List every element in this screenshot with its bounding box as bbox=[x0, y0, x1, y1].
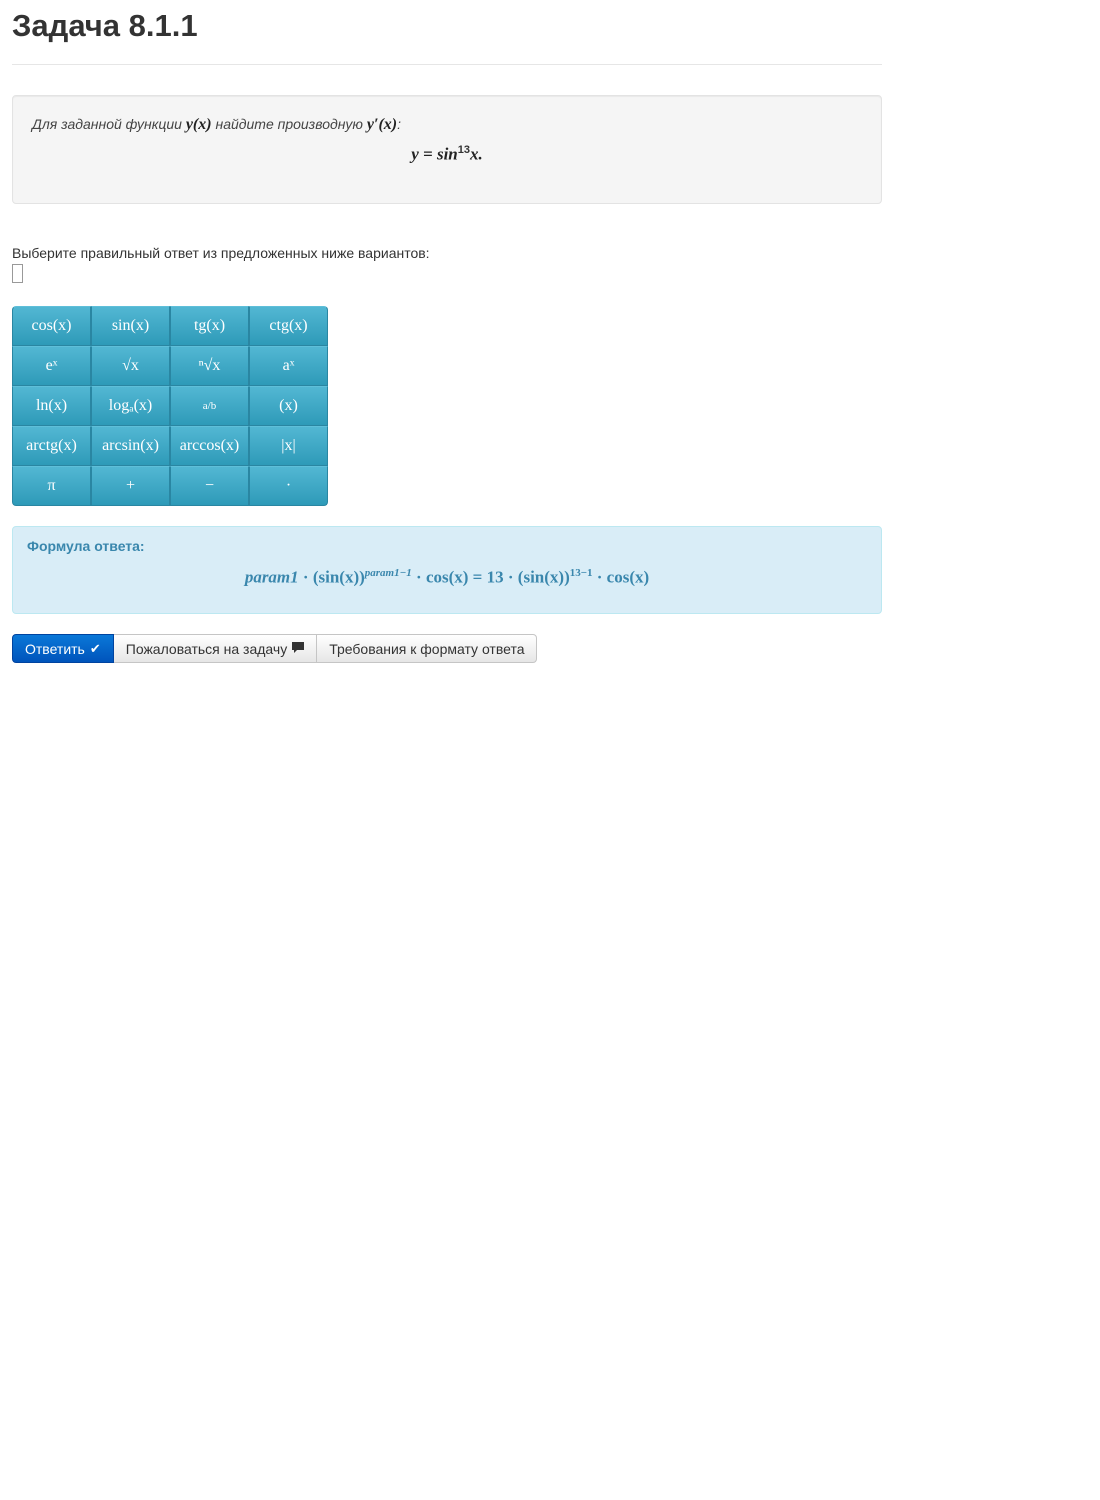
intro-end: : bbox=[397, 116, 401, 132]
problem-intro: Для заданной функции y(x) найдите произв… bbox=[32, 116, 401, 134]
formula-label: Формула ответа: bbox=[27, 538, 145, 554]
key-abs[interactable]: |x| bbox=[249, 426, 328, 466]
intro-mid-text: найдите производную bbox=[215, 116, 363, 132]
formula-exponent: 13 bbox=[457, 144, 471, 156]
submit-button[interactable]: Ответить ✔ bbox=[12, 634, 114, 663]
key-plus[interactable]: + bbox=[91, 466, 170, 506]
key-tg[interactable]: tg(x) bbox=[170, 306, 249, 346]
format-requirements-button[interactable]: Требования к формату ответа bbox=[317, 634, 538, 663]
formula-rhs: x. bbox=[470, 144, 483, 164]
problem-formula: y = sin13x. bbox=[13, 144, 881, 164]
comment-icon bbox=[292, 641, 305, 656]
key-arcsin[interactable]: arcsin(x) bbox=[91, 426, 170, 466]
complain-label: Пожаловаться на задачу bbox=[125, 640, 288, 657]
check-icon: ✔ bbox=[89, 640, 101, 656]
key-parentheses[interactable]: (x) bbox=[249, 386, 328, 426]
formula-part-4: · cos(x) bbox=[592, 567, 650, 587]
intro-text: Для заданной функции bbox=[32, 116, 182, 132]
key-sqrt[interactable]: √x bbox=[91, 346, 170, 386]
formula-part-3: · cos(x) = 13 · (sin(x)) bbox=[411, 567, 570, 587]
formula-part-2: · (sin(x)) bbox=[298, 567, 365, 587]
key-pi[interactable]: π bbox=[12, 466, 91, 506]
formula-lhs: y = sin bbox=[411, 144, 458, 164]
math-keypad: cos(x) sin(x) tg(x) ctg(x) eˣ √x ⁿ√x aˣ … bbox=[12, 306, 328, 506]
key-sin[interactable]: sin(x) bbox=[91, 306, 170, 346]
formula-param: param1 bbox=[244, 567, 299, 587]
key-multiply[interactable]: · bbox=[249, 466, 328, 506]
submit-label: Ответить bbox=[25, 640, 85, 657]
answer-formula-box: Формула ответа: param1 · (sin(x))param1−… bbox=[12, 526, 882, 614]
key-ln[interactable]: ln(x) bbox=[12, 386, 91, 426]
key-minus[interactable]: − bbox=[170, 466, 249, 506]
answer-formula: param1 · (sin(x))param1−1 · cos(x) = 13 … bbox=[13, 567, 881, 588]
page-title: Задача 8.1.1 bbox=[12, 0, 882, 65]
key-power[interactable]: aˣ bbox=[249, 346, 328, 386]
intro-derivative: y′(x) bbox=[366, 116, 398, 133]
task-container: Задача 8.1.1 Для заданной функции y(x) н… bbox=[12, 0, 882, 663]
key-nth-root[interactable]: ⁿ√x bbox=[170, 346, 249, 386]
answer-input[interactable] bbox=[12, 264, 23, 283]
formula-exp-1: param1−1 bbox=[364, 567, 412, 579]
key-cos[interactable]: cos(x) bbox=[12, 306, 91, 346]
key-arccos[interactable]: arccos(x) bbox=[170, 426, 249, 466]
key-log[interactable]: logₐ(x) bbox=[91, 386, 170, 426]
key-ctg[interactable]: ctg(x) bbox=[249, 306, 328, 346]
intro-function: y(x) bbox=[185, 116, 212, 133]
key-fraction[interactable]: a/b bbox=[170, 386, 249, 426]
complain-button[interactable]: Пожаловаться на задачу bbox=[113, 634, 318, 663]
choose-instruction: Выберите правильный ответ из предложенны… bbox=[12, 245, 430, 261]
key-exp[interactable]: eˣ bbox=[12, 346, 91, 386]
format-requirements-label: Требования к формату ответа bbox=[329, 640, 525, 657]
key-arctg[interactable]: arctg(x) bbox=[12, 426, 91, 466]
formula-exp-2: 13−1 bbox=[569, 567, 593, 579]
problem-statement: Для заданной функции y(x) найдите произв… bbox=[12, 95, 882, 204]
action-buttons: Ответить ✔ Пожаловаться на задачу Требов… bbox=[12, 634, 538, 663]
